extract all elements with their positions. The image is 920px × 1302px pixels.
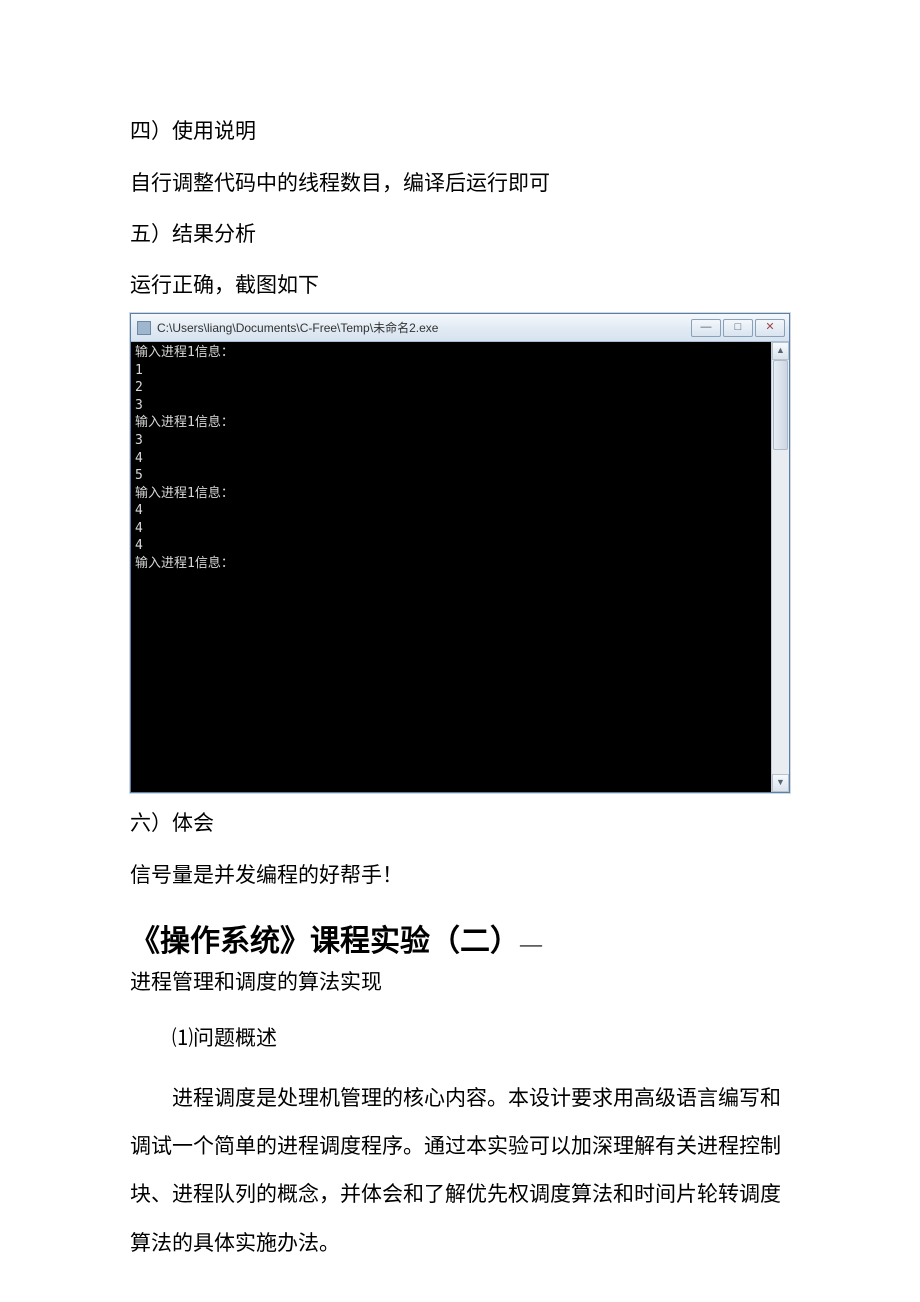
app-icon xyxy=(137,321,151,335)
experiment-2-subtitle: 进程管理和调度的算法实现 xyxy=(130,966,790,1000)
close-button[interactable]: ✕ xyxy=(755,319,785,337)
section-5-body: 运行正确，截图如下 xyxy=(130,270,790,302)
titlebar[interactable]: C:\Users\liang\Documents\C-Free\Temp\未命名… xyxy=(131,314,789,342)
title-dash: — xyxy=(520,931,542,956)
section-4-heading: 四）使用说明 xyxy=(130,115,790,149)
experiment-2-title: 《操作系统》课程实验（二）— xyxy=(130,916,790,960)
title-main: 《操作系统》课程实验（二） xyxy=(130,925,520,958)
window-controls: — □ ✕ xyxy=(691,319,785,337)
titlebar-text: C:\Users\liang\Documents\C-Free\Temp\未命名… xyxy=(157,319,691,336)
scroll-up-button[interactable]: ▲ xyxy=(772,342,789,360)
section-6-body: 信号量是并发编程的好帮手！ xyxy=(130,859,790,893)
q1-body: 进程调度是处理机管理的核心内容。本设计要求用高级语言编写和调试一个简单的进程调度… xyxy=(130,1074,790,1267)
scroll-down-button[interactable]: ▼ xyxy=(772,774,789,792)
console-window: C:\Users\liang\Documents\C-Free\Temp\未命名… xyxy=(130,313,790,793)
q1-label: ⑴问题概述 xyxy=(172,1022,790,1056)
section-4-body: 自行调整代码中的线程数目，编译后运行即可 xyxy=(130,167,790,201)
minimize-button[interactable]: — xyxy=(691,319,721,337)
console-body: 输入进程1信息： 1 2 3 输入进程1信息： 3 4 5 输入进程1信息： 4… xyxy=(131,342,789,792)
vertical-scrollbar[interactable]: ▲ ▼ xyxy=(771,342,789,792)
maximize-button[interactable]: □ xyxy=(723,319,753,337)
scroll-thumb[interactable] xyxy=(773,360,788,450)
console-output[interactable]: 输入进程1信息： 1 2 3 输入进程1信息： 3 4 5 输入进程1信息： 4… xyxy=(131,342,771,792)
section-6-heading: 六）体会 xyxy=(130,807,790,841)
section-5-heading: 五）结果分析 xyxy=(130,218,790,252)
scroll-track[interactable] xyxy=(772,360,789,774)
